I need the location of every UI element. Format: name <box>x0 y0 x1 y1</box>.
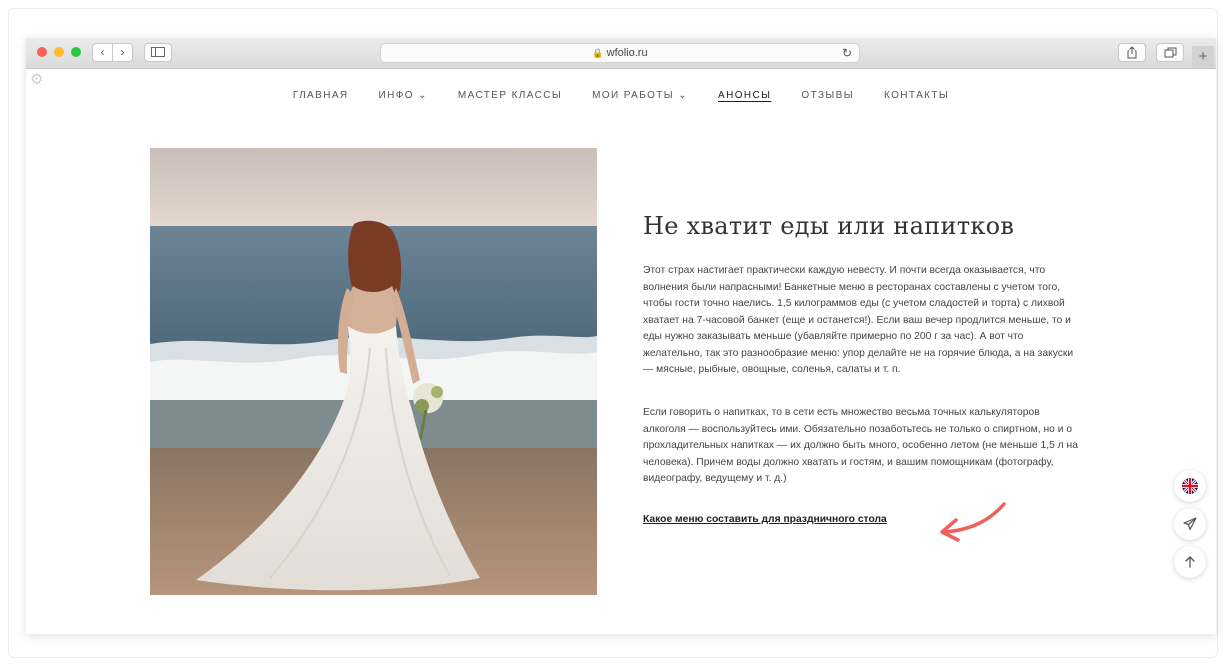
language-button[interactable] <box>1174 470 1206 502</box>
tabs-overview-button[interactable] <box>1156 43 1184 62</box>
address-bar[interactable]: 🔒 wfolio.ru ↻ <box>380 43 860 63</box>
article-paragraph-food: Этот страх настигает практически каждую … <box>643 265 1074 375</box>
nav-item-contacts[interactable]: КОНТАКТЫ <box>884 90 949 101</box>
nav-item-master-classes[interactable]: МАСТЕР КЛАССЫ <box>458 90 562 101</box>
sidebar-toggle-button[interactable] <box>144 43 172 62</box>
share-button[interactable] <box>1118 43 1146 62</box>
lock-icon: 🔒 <box>592 48 604 58</box>
chevron-right-icon: › <box>120 45 125 59</box>
forward-button[interactable]: › <box>112 43 133 62</box>
reload-icon[interactable]: ↻ <box>842 44 852 62</box>
arrow-up-icon <box>1185 556 1195 568</box>
url-text: wfolio.ru <box>606 47 648 59</box>
back-button[interactable]: ‹ <box>92 43 113 62</box>
settings-gear-icon[interactable]: ⚙ <box>30 70 43 88</box>
zoom-window-button[interactable] <box>71 47 81 57</box>
telegram-plane-icon <box>1183 517 1197 531</box>
bride-beach-photo <box>150 148 597 595</box>
telegram-share-button[interactable] <box>1174 508 1206 540</box>
menu-article-link[interactable]: Какое меню составить для праздничного ст… <box>643 514 887 525</box>
article-heading: Не хватит еды или напитков <box>643 212 1015 240</box>
close-window-button[interactable] <box>37 47 47 57</box>
browser-toolbar: ‹ › 🔒 wfolio.ru ↻ + <box>26 38 1216 69</box>
uk-flag-icon <box>1182 478 1198 494</box>
nav-item-announcements[interactable]: АНОНСЫ <box>718 90 771 101</box>
share-icon <box>1127 46 1137 59</box>
nav-item-info[interactable]: ИНФО ⌄ <box>379 90 428 101</box>
red-arrow-annotation <box>940 502 1006 542</box>
site-nav: ГЛАВНАЯ ИНФО ⌄ МАСТЕР КЛАССЫ МОИ РАБОТЫ … <box>26 90 1216 101</box>
nav-item-my-works[interactable]: МОИ РАБОТЫ ⌄ <box>592 90 688 101</box>
nav-item-reviews[interactable]: ОТЗЫВЫ <box>801 90 854 101</box>
nav-item-glavnaya[interactable]: ГЛАВНАЯ <box>293 90 349 101</box>
browser-window: ‹ › 🔒 wfolio.ru ↻ + ⚙ ГЛАВНАЯ ИНФО ⌄ МАСТ… <box>26 38 1216 634</box>
chevron-left-icon: ‹ <box>100 45 105 59</box>
scroll-to-top-button[interactable] <box>1174 546 1206 578</box>
new-tab-button[interactable]: + <box>1192 46 1214 68</box>
sidebar-icon <box>151 47 165 57</box>
article-paragraph-drinks: Если говорить о напитках, то в сети есть… <box>643 407 1078 484</box>
minimize-window-button[interactable] <box>54 47 64 57</box>
tabs-icon <box>1164 47 1176 58</box>
photo-illustration <box>150 148 597 595</box>
